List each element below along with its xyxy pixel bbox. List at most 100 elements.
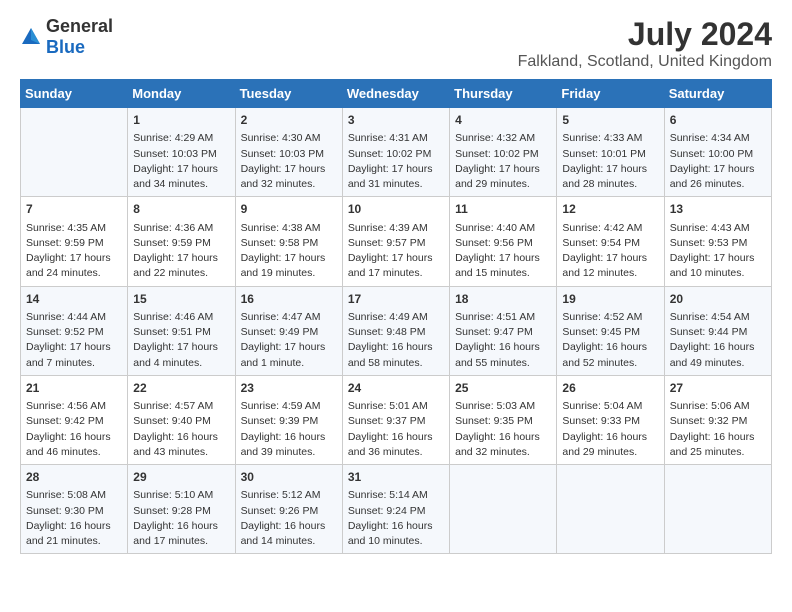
day-number: 19 [562, 291, 658, 308]
day-number: 7 [26, 201, 122, 218]
week-row-4: 21Sunrise: 4:56 AM Sunset: 9:42 PM Dayli… [21, 375, 772, 464]
header-day-thursday: Thursday [450, 80, 557, 108]
calendar-cell: 5 Sunrise: 4:33 AM Sunset: 10:01 PM Dayli… [557, 108, 664, 197]
calendar-cell: 20Sunrise: 4:54 AM Sunset: 9:44 PM Dayli… [664, 286, 771, 375]
day-number: 13 [670, 201, 766, 218]
day-info: Sunrise: 4:31 AM Sunset: 10:02 PM Daylig… [348, 131, 444, 192]
day-number: 28 [26, 469, 122, 486]
calendar-cell: 21Sunrise: 4:56 AM Sunset: 9:42 PM Dayli… [21, 375, 128, 464]
header-day-tuesday: Tuesday [235, 80, 342, 108]
calendar-cell: 16 Sunrise: 4:47 AM Sunset: 9:49 PM Dayli… [235, 286, 342, 375]
logo-general: General [46, 16, 113, 36]
day-number: 17 [348, 291, 444, 308]
header-day-wednesday: Wednesday [342, 80, 449, 108]
day-number: 10 [348, 201, 444, 218]
calendar-cell: 19Sunrise: 4:52 AM Sunset: 9:45 PM Dayli… [557, 286, 664, 375]
calendar-cell: 12 Sunrise: 4:42 AM Sunset: 9:54 PM Dayli… [557, 197, 664, 286]
calendar-cell: 17 Sunrise: 4:49 AM Sunset: 9:48 PM Dayli… [342, 286, 449, 375]
day-info: Sunrise: 4:35 AM Sunset: 9:59 PM Dayligh… [26, 221, 122, 282]
day-info: Sunrise: 4:51 AM Sunset: 9:47 PM Dayligh… [455, 310, 551, 371]
day-number: 25 [455, 380, 551, 397]
day-number: 27 [670, 380, 766, 397]
logo-text: General Blue [46, 16, 113, 58]
calendar-cell [450, 465, 557, 554]
calendar-cell: 27 Sunrise: 5:06 AM Sunset: 9:32 PM Dayli… [664, 375, 771, 464]
header-day-sunday: Sunday [21, 80, 128, 108]
day-info: Sunrise: 4:36 AM Sunset: 9:59 PM Dayligh… [133, 221, 229, 282]
day-number: 4 [455, 112, 551, 129]
calendar-cell: 9Sunrise: 4:38 AM Sunset: 9:58 PM Daylig… [235, 197, 342, 286]
day-info: Sunrise: 4:57 AM Sunset: 9:40 PM Dayligh… [133, 399, 229, 460]
day-info: Sunrise: 4:59 AM Sunset: 9:39 PM Dayligh… [241, 399, 337, 460]
week-row-2: 7 Sunrise: 4:35 AM Sunset: 9:59 PM Daylig… [21, 197, 772, 286]
calendar-cell: 29 Sunrise: 5:10 AM Sunset: 9:28 PM Dayli… [128, 465, 235, 554]
calendar-cell: 7 Sunrise: 4:35 AM Sunset: 9:59 PM Daylig… [21, 197, 128, 286]
day-number: 9 [241, 201, 337, 218]
day-info: Sunrise: 5:10 AM Sunset: 9:28 PM Dayligh… [133, 488, 229, 549]
day-info: Sunrise: 5:04 AM Sunset: 9:33 PM Dayligh… [562, 399, 658, 460]
calendar-cell: 14 Sunrise: 4:44 AM Sunset: 9:52 PM Dayli… [21, 286, 128, 375]
calendar-cell: 15 Sunrise: 4:46 AM Sunset: 9:51 PM Dayli… [128, 286, 235, 375]
day-number: 15 [133, 291, 229, 308]
day-number: 22 [133, 380, 229, 397]
header-day-monday: Monday [128, 80, 235, 108]
calendar-table: SundayMondayTuesdayWednesdayThursdayFrid… [20, 79, 772, 554]
calendar-cell: 30 Sunrise: 5:12 AM Sunset: 9:26 PM Dayli… [235, 465, 342, 554]
day-info: Sunrise: 4:33 AM Sunset: 10:01 PM Daylig… [562, 131, 658, 192]
calendar-cell: 11Sunrise: 4:40 AM Sunset: 9:56 PM Dayli… [450, 197, 557, 286]
logo-blue: Blue [46, 37, 85, 57]
day-number: 23 [241, 380, 337, 397]
week-row-5: 28 Sunrise: 5:08 AM Sunset: 9:30 PM Dayli… [21, 465, 772, 554]
day-info: Sunrise: 4:49 AM Sunset: 9:48 PM Dayligh… [348, 310, 444, 371]
title-area: July 2024 Falkland, Scotland, United Kin… [518, 16, 772, 71]
day-info: Sunrise: 5:14 AM Sunset: 9:24 PM Dayligh… [348, 488, 444, 549]
day-number: 8 [133, 201, 229, 218]
calendar-cell: 31Sunrise: 5:14 AM Sunset: 9:24 PM Dayli… [342, 465, 449, 554]
calendar-header: SundayMondayTuesdayWednesdayThursdayFrid… [21, 80, 772, 108]
day-info: Sunrise: 4:42 AM Sunset: 9:54 PM Dayligh… [562, 221, 658, 282]
calendar-cell: 8 Sunrise: 4:36 AM Sunset: 9:59 PM Daylig… [128, 197, 235, 286]
header-row: SundayMondayTuesdayWednesdayThursdayFrid… [21, 80, 772, 108]
header: General Blue July 2024 Falkland, Scotlan… [20, 16, 772, 71]
day-number: 14 [26, 291, 122, 308]
calendar-cell: 18Sunrise: 4:51 AM Sunset: 9:47 PM Dayli… [450, 286, 557, 375]
day-number: 5 [562, 112, 658, 129]
day-number: 24 [348, 380, 444, 397]
day-info: Sunrise: 5:06 AM Sunset: 9:32 PM Dayligh… [670, 399, 766, 460]
day-info: Sunrise: 5:08 AM Sunset: 9:30 PM Dayligh… [26, 488, 122, 549]
day-info: Sunrise: 4:47 AM Sunset: 9:49 PM Dayligh… [241, 310, 337, 371]
day-number: 1 [133, 112, 229, 129]
day-info: Sunrise: 5:01 AM Sunset: 9:37 PM Dayligh… [348, 399, 444, 460]
day-info: Sunrise: 4:30 AM Sunset: 10:03 PM Daylig… [241, 131, 337, 192]
week-row-3: 14 Sunrise: 4:44 AM Sunset: 9:52 PM Dayli… [21, 286, 772, 375]
day-info: Sunrise: 5:03 AM Sunset: 9:35 PM Dayligh… [455, 399, 551, 460]
calendar-cell: 2 Sunrise: 4:30 AM Sunset: 10:03 PM Dayli… [235, 108, 342, 197]
calendar-cell: 28 Sunrise: 5:08 AM Sunset: 9:30 PM Dayli… [21, 465, 128, 554]
day-number: 3 [348, 112, 444, 129]
day-info: Sunrise: 4:40 AM Sunset: 9:56 PM Dayligh… [455, 221, 551, 282]
day-number: 16 [241, 291, 337, 308]
day-number: 30 [241, 469, 337, 486]
day-info: Sunrise: 4:34 AM Sunset: 10:00 PM Daylig… [670, 131, 766, 192]
calendar-body: 1 Sunrise: 4:29 AM Sunset: 10:03 PM Dayli… [21, 108, 772, 554]
day-info: Sunrise: 4:46 AM Sunset: 9:51 PM Dayligh… [133, 310, 229, 371]
day-number: 29 [133, 469, 229, 486]
calendar-cell: 6Sunrise: 4:34 AM Sunset: 10:00 PM Dayli… [664, 108, 771, 197]
calendar-cell: 26 Sunrise: 5:04 AM Sunset: 9:33 PM Dayli… [557, 375, 664, 464]
day-number: 12 [562, 201, 658, 218]
day-info: Sunrise: 4:43 AM Sunset: 9:53 PM Dayligh… [670, 221, 766, 282]
day-info: Sunrise: 5:12 AM Sunset: 9:26 PM Dayligh… [241, 488, 337, 549]
day-info: Sunrise: 4:44 AM Sunset: 9:52 PM Dayligh… [26, 310, 122, 371]
calendar-cell: 24 Sunrise: 5:01 AM Sunset: 9:37 PM Dayli… [342, 375, 449, 464]
header-day-friday: Friday [557, 80, 664, 108]
day-info: Sunrise: 4:54 AM Sunset: 9:44 PM Dayligh… [670, 310, 766, 371]
day-number: 2 [241, 112, 337, 129]
week-row-1: 1 Sunrise: 4:29 AM Sunset: 10:03 PM Dayli… [21, 108, 772, 197]
calendar-cell: 22 Sunrise: 4:57 AM Sunset: 9:40 PM Dayli… [128, 375, 235, 464]
calendar-cell: 23 Sunrise: 4:59 AM Sunset: 9:39 PM Dayli… [235, 375, 342, 464]
subtitle: Falkland, Scotland, United Kingdom [518, 53, 772, 71]
calendar-cell: 10Sunrise: 4:39 AM Sunset: 9:57 PM Dayli… [342, 197, 449, 286]
day-number: 26 [562, 380, 658, 397]
day-info: Sunrise: 4:29 AM Sunset: 10:03 PM Daylig… [133, 131, 229, 192]
calendar-cell [21, 108, 128, 197]
